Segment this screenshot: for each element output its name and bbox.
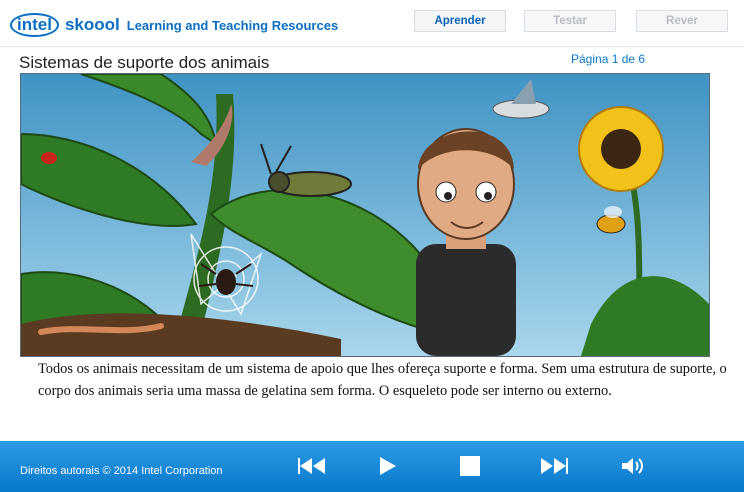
- page-indicator: Página 1 de 6: [571, 52, 646, 66]
- intel-skoool-logo: intel skoool Learning and Teaching Resou…: [10, 10, 338, 40]
- tab-rever[interactable]: Rever: [636, 10, 728, 32]
- tab-aprender[interactable]: Aprender: [414, 10, 506, 32]
- volume-icon[interactable]: [618, 454, 646, 478]
- stop-icon[interactable]: [456, 454, 484, 478]
- header-bar: intel skoool Learning and Teaching Resou…: [0, 0, 744, 47]
- ladybug: [41, 152, 57, 164]
- earthworm: [38, 323, 164, 335]
- footer-bar: Direitos autorais © 2014 Intel Corporati…: [0, 441, 744, 492]
- logo-tagline: Learning and Teaching Resources: [126, 17, 339, 33]
- lesson-illustration: [20, 73, 710, 357]
- fast-forward-icon[interactable]: [540, 454, 568, 478]
- play-icon[interactable]: [374, 454, 402, 478]
- copyright-text: Direitos autorais © 2014 Intel Corporati…: [20, 465, 223, 477]
- tab-testar[interactable]: Testar: [524, 10, 616, 32]
- logo-intel: intel: [10, 13, 59, 37]
- logo-skoool: skoool: [64, 15, 120, 34]
- lesson-body-text: Todos os animais necessitam de um sistem…: [38, 361, 727, 399]
- rewind-icon[interactable]: [298, 454, 326, 478]
- lesson-title: Sistemas de suporte dos animais: [19, 53, 270, 72]
